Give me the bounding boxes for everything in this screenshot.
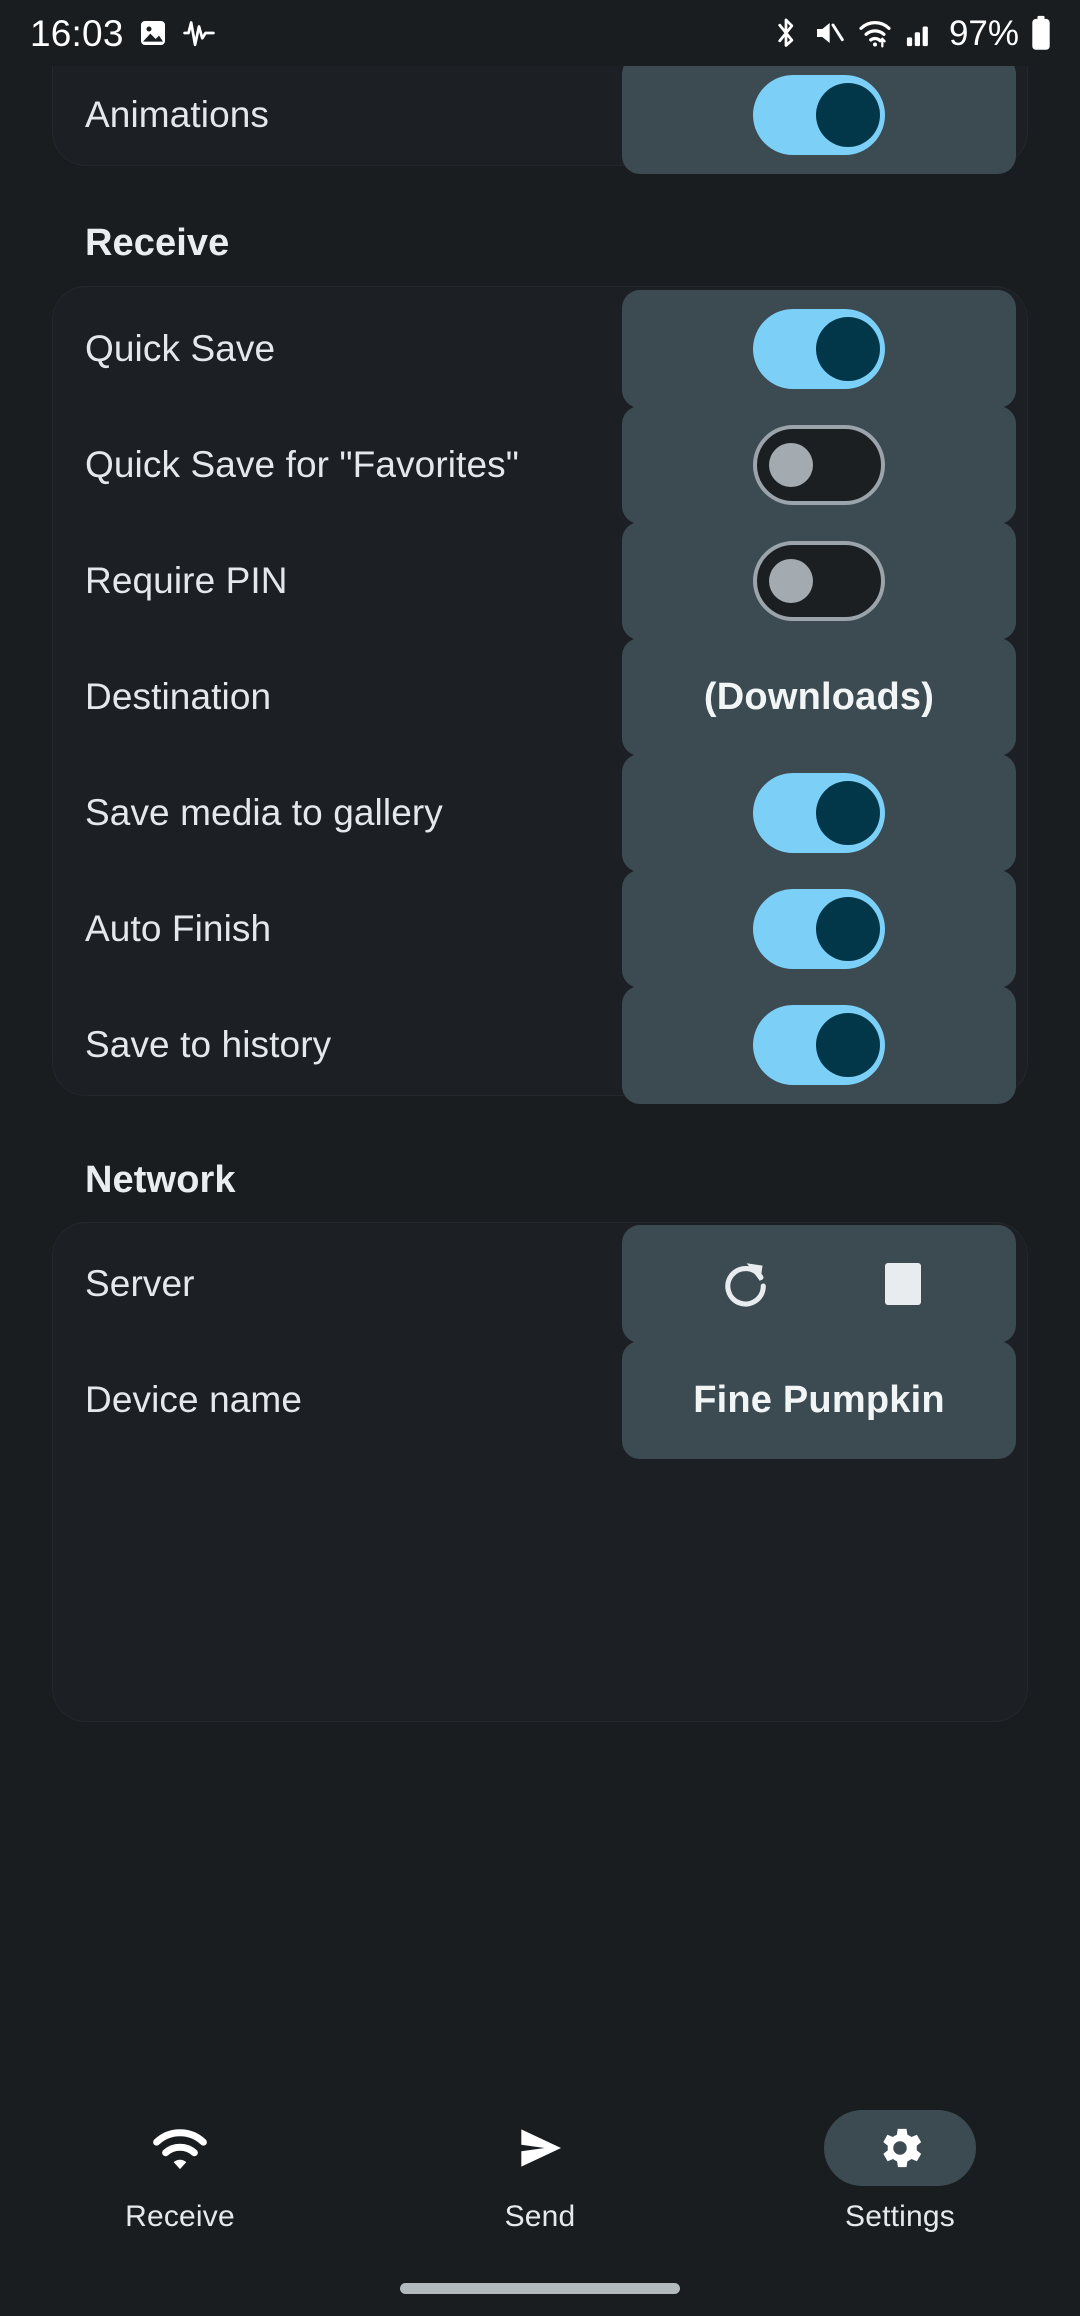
status-clock: 16:03 [30,12,124,54]
row-label-save-media-to-gallery: Save media to gallery [85,792,443,833]
toggle-track-quick-save[interactable] [753,309,885,389]
nav-label-send: Send [504,2200,576,2233]
toggle-knob-require-pin [769,559,813,603]
send-icon[interactable] [464,2110,616,2186]
row-animations[interactable]: Animations [52,66,1028,174]
row-label-destination: Destination [85,676,272,717]
status-bar-right: 97% [771,15,1052,51]
row-label-require-pin: Require PIN [85,560,288,601]
toggle-quick-save[interactable] [622,290,1016,408]
destination-value-button[interactable]: (Downloads) [622,638,1016,756]
toggle-knob-quick-save [816,317,880,381]
row-require-pin[interactable]: Require PIN [52,522,1028,640]
bottom-navigation: Receive Send Settings [0,2088,1080,2316]
toggle-auto-finish[interactable] [622,870,1016,988]
toggle-knob-animations [816,83,880,147]
toggle-save-media-to-gallery[interactable] [622,754,1016,872]
row-label-server: Server [85,1263,195,1304]
restart-icon[interactable] [718,1256,774,1312]
mute-icon [812,17,846,49]
signal-icon [904,17,936,49]
server-controls [622,1225,1016,1343]
toggle-track-save-media-to-gallery[interactable] [753,773,885,853]
status-bar-left: 16:03 [30,15,216,52]
gear-icon[interactable] [824,2110,976,2186]
battery-percent: 97% [948,13,1019,53]
settings-scroll-area[interactable]: Animations Receive Quick Save Quick Save… [0,66,1080,2088]
row-auto-finish[interactable]: Auto Finish [52,870,1028,988]
row-label-quick-save: Quick Save [85,328,276,369]
row-label-auto-finish: Auto Finish [85,908,272,949]
battery-icon [1030,15,1052,51]
toggle-require-pin[interactable] [622,522,1016,640]
section-title-network: Network [85,1159,236,1201]
toggle-quick-save-favorites[interactable] [622,406,1016,524]
stop-icon[interactable] [884,1263,921,1305]
row-destination[interactable]: Destination (Downloads) [52,638,1028,756]
row-quick-save-favorites[interactable]: Quick Save for "Favorites" [52,406,1028,524]
row-save-media-to-gallery[interactable]: Save media to gallery [52,754,1028,872]
device-name-value-button[interactable]: Fine Pumpkin [622,1341,1016,1459]
gesture-bar[interactable] [400,2283,680,2294]
nav-item-send[interactable]: Send [390,2110,690,2234]
toggle-track-save-to-history[interactable] [753,1005,885,1085]
nav-item-receive[interactable]: Receive [30,2110,330,2234]
bluetooth-icon [771,16,801,50]
row-label-animations: Animations [85,94,270,135]
wifi-icon [857,17,893,49]
wifi-icon[interactable] [104,2110,256,2186]
toggle-animations[interactable] [622,66,1016,174]
nav-item-settings[interactable]: Settings [750,2110,1050,2234]
status-bar: 16:03 97% [0,0,1080,66]
row-label-device-name: Device name [85,1379,303,1420]
row-label-quick-save-favorites: Quick Save for "Favorites" [85,444,519,485]
row-label-save-to-history: Save to history [85,1024,332,1065]
toggle-knob-save-to-history [816,1013,880,1077]
nav-label-receive: Receive [125,2200,235,2233]
toggle-save-to-history[interactable] [622,986,1016,1104]
toggle-track-animations[interactable] [753,75,885,155]
row-quick-save[interactable]: Quick Save [52,290,1028,408]
photo-icon [137,17,169,49]
stop-square-glyph [884,1263,921,1305]
row-save-to-history[interactable]: Save to history [52,986,1028,1104]
section-title-receive: Receive [85,222,230,264]
toggle-knob-save-media-to-gallery [816,781,880,845]
nav-label-settings: Settings [845,2200,955,2233]
toggle-track-quick-save-favorites[interactable] [753,425,885,505]
row-device-name[interactable]: Device name Fine Pumpkin [52,1341,1028,1459]
toggle-track-auto-finish[interactable] [753,889,885,969]
pulse-icon [182,17,216,49]
row-server[interactable]: Server [52,1225,1028,1343]
toggle-track-require-pin[interactable] [753,541,885,621]
settings-screen: 16:03 97% Animations Receive Quick Save … [0,0,1080,2316]
toggle-knob-quick-save-favorites [769,443,813,487]
toggle-knob-auto-finish [816,897,880,961]
